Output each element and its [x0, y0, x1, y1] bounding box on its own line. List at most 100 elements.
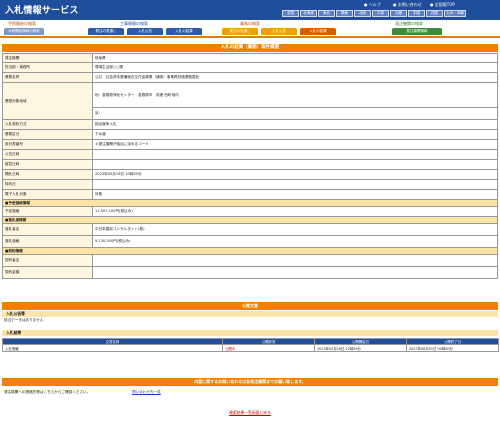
back-to-results-link[interactable]: 検索結果一覧画面に戻る: [229, 410, 271, 415]
row-value: [92, 159, 498, 170]
region-tab-chubu[interactable]: 中部: [372, 10, 389, 17]
table-row: 特約日: [2, 179, 498, 190]
row-value: ＊発注機関が独自に定めるコード: [92, 139, 498, 150]
nav-tetsuzuki-search-button[interactable]: 手続開始情報の検索: [4, 28, 44, 35]
nav-gyomu-mitoshi-button[interactable]: 発注の見通し: [222, 28, 258, 35]
section-row: ■契約情報: [2, 247, 498, 255]
table-row: 開札日時 2023年05月16日 10時00分: [2, 169, 498, 180]
section-row: ■予定価格情報: [2, 199, 498, 207]
row-key: 電子入札対象: [2, 189, 93, 200]
national-top-link[interactable]: ● 全国版TOP: [430, 2, 455, 8]
region-tab-shikoku[interactable]: 四国: [426, 10, 443, 17]
notice-section-header: 入札公告等: [2, 311, 498, 317]
doc-end-cell: 2027年06月01日 00時00分: [406, 344, 499, 352]
row-key: 特約日: [2, 179, 93, 190]
table-row: 発注機関 岐阜県: [2, 53, 498, 63]
section-keiyaku: ■契約情報: [2, 247, 498, 255]
table-row: 落札者名 中日本建設コンサルタント(株): [2, 223, 498, 236]
doc-name-cell: 入札情報: [2, 344, 223, 352]
case-summary-table: 発注機関 岐阜県 担当部・事務所 環境生活部○○課 業務名称 公共 社会資本整備総合交…: [2, 53, 498, 279]
row-key: 業務対象地域: [2, 82, 93, 120]
public-docs-header: 公開文書: [2, 302, 498, 310]
table-row: 予定価格 11,507,100円(税込み): [2, 206, 498, 217]
table-row: 落札価格 9,130,350円(税込み): [2, 235, 498, 248]
row-value: [92, 266, 498, 279]
contact-link-label[interactable]: お問い合わせ: [398, 2, 422, 7]
section-row: ■落札者情報: [2, 216, 498, 224]
region-tab-hokuriku[interactable]: 北陸: [354, 10, 371, 17]
table-row: 公告日時: [2, 149, 498, 160]
section-yotei-label: 予定価格情報: [8, 200, 30, 205]
panel-title: 入札の結果（業務）案件概要: [2, 44, 498, 52]
row-key: 開札日時: [2, 169, 93, 180]
table-row: 業務区分 下水道: [2, 129, 498, 140]
table-row: 契約者名: [2, 254, 498, 267]
table-row: 担当部・事務所 環境生活部○○課: [2, 62, 498, 73]
section-keiyaku-label: 契約情報: [8, 248, 23, 253]
contact-notice-bar: 内容に関するお問い合わせは各発注機関までお願い致します。: [2, 378, 498, 386]
nav-gyomu-koukoku-button[interactable]: 入札公告: [261, 28, 297, 35]
row-value: 他：各務原浄化センター 各務原市 前渡 西町地内: [92, 82, 498, 108]
table-row: 入札情報 公開中 2023年05月16日 12時29分 2027年06月01日 …: [2, 344, 499, 352]
row-key: 入札契約方式: [2, 119, 93, 130]
row-value: 岐阜県: [92, 53, 498, 63]
national-top-label[interactable]: 全国版TOP: [435, 2, 455, 7]
row-key: 設計書番号: [2, 139, 93, 150]
doc-start-cell: 2023年05月16日 12時29分: [314, 344, 407, 352]
section-yotei: ■予定価格情報: [2, 199, 498, 207]
result-docs-table: 文書名称 公開状況 公開開始日 公開終了日 入札情報 公開中 2023年05月1…: [2, 338, 499, 352]
region-tab-tohoku[interactable]: 東北: [318, 10, 335, 17]
table-row: 縦覧日時: [2, 159, 498, 170]
contact-link[interactable]: ● お問い合わせ: [393, 2, 422, 8]
row-value: [92, 254, 498, 267]
row-key: 落札者名: [2, 223, 93, 236]
table-row: 業務名称 公共 社会資本整備総合交付金事業（通常）事業再評価業務委託: [2, 72, 498, 83]
row-key: 縦覧日時: [2, 159, 93, 170]
table-row: 業務対象地域 他：各務原浄化センター 各務原市 前渡 西町地内: [2, 82, 498, 120]
result-section-header: 入札結果: [2, 330, 498, 336]
table-row: 設計書番号 ＊発注機関が独自に定めるコード: [2, 139, 498, 150]
table-row: 電子入札対象 対象: [2, 189, 498, 200]
notice-empty-text: 該当データはありません: [4, 318, 44, 322]
row-value: [92, 149, 498, 160]
section-rakusatsu-label: 落札者情報: [8, 217, 27, 222]
region-tab-kyushu[interactable]: 九州・沖縄: [444, 10, 466, 17]
nav-koji-mitoshi-button[interactable]: 発注の見通し: [88, 28, 124, 35]
nav-group-gyomu: 業務の検索: [240, 21, 260, 26]
nav-hacchu-info-button[interactable]: 発注機関情報: [392, 28, 442, 35]
contact-list-link[interactable]: 問い合わせ先一覧: [132, 390, 161, 395]
row-value: 環境生活部○○課: [92, 62, 498, 73]
row-key: 落札価格: [2, 235, 93, 248]
row-key: 予定価格: [2, 206, 93, 217]
contact-text: 発注機関への連絡先等はこちらからご確認ください。: [4, 390, 91, 394]
nav-koji-kekka-button[interactable]: 入札の結果: [166, 28, 202, 35]
region-tab-kinki[interactable]: 近畿: [390, 10, 407, 17]
nav-group-koji: 工事情報の検索: [120, 21, 148, 26]
row-key: 発注機関: [2, 53, 93, 63]
region-tab-hokkaido[interactable]: 北海道: [300, 10, 317, 17]
region-tab-chugoku[interactable]: 中国: [408, 10, 425, 17]
row-value: 指名競争入札: [92, 119, 498, 130]
nav-gyomu-kekka-button[interactable]: 入札の結果: [300, 28, 336, 35]
row-key: 担当部・事務所: [2, 62, 93, 73]
service-title: 入札情報サービス: [5, 6, 79, 16]
row-key: 公告日時: [2, 149, 93, 160]
help-link-label[interactable]: ヘルプ: [369, 2, 381, 7]
row-value: [92, 179, 498, 190]
doc-status-link[interactable]: 公開中: [225, 347, 235, 351]
nav-koji-koukoku-button[interactable]: 入札公告: [127, 28, 163, 35]
region-tab-zenkoku[interactable]: 全国: [282, 10, 299, 17]
region-tab-kanto[interactable]: 関東: [336, 10, 353, 17]
row-value: 対象: [92, 189, 498, 200]
doc-status-cell: 公開中: [222, 344, 315, 352]
row-value: 京：: [92, 107, 498, 120]
help-link[interactable]: ● ヘルプ: [364, 2, 381, 8]
row-value: 2023年05月16日 10時00分: [92, 169, 498, 180]
footer: 検索結果一覧画面に戻る: [0, 410, 500, 416]
table-row: 入札契約方式 指名競争入札: [2, 119, 498, 130]
row-value: 公共 社会資本整備総合交付金事業（通常）事業再評価業務委託: [92, 72, 498, 83]
row-value: 9,130,350円(税込み): [92, 235, 498, 248]
nav-group-tetsuzuki: 手続開始の検索: [8, 21, 36, 26]
row-value: 下水道: [92, 129, 498, 140]
row-value: 中日本建設コンサルタント(株): [92, 223, 498, 236]
